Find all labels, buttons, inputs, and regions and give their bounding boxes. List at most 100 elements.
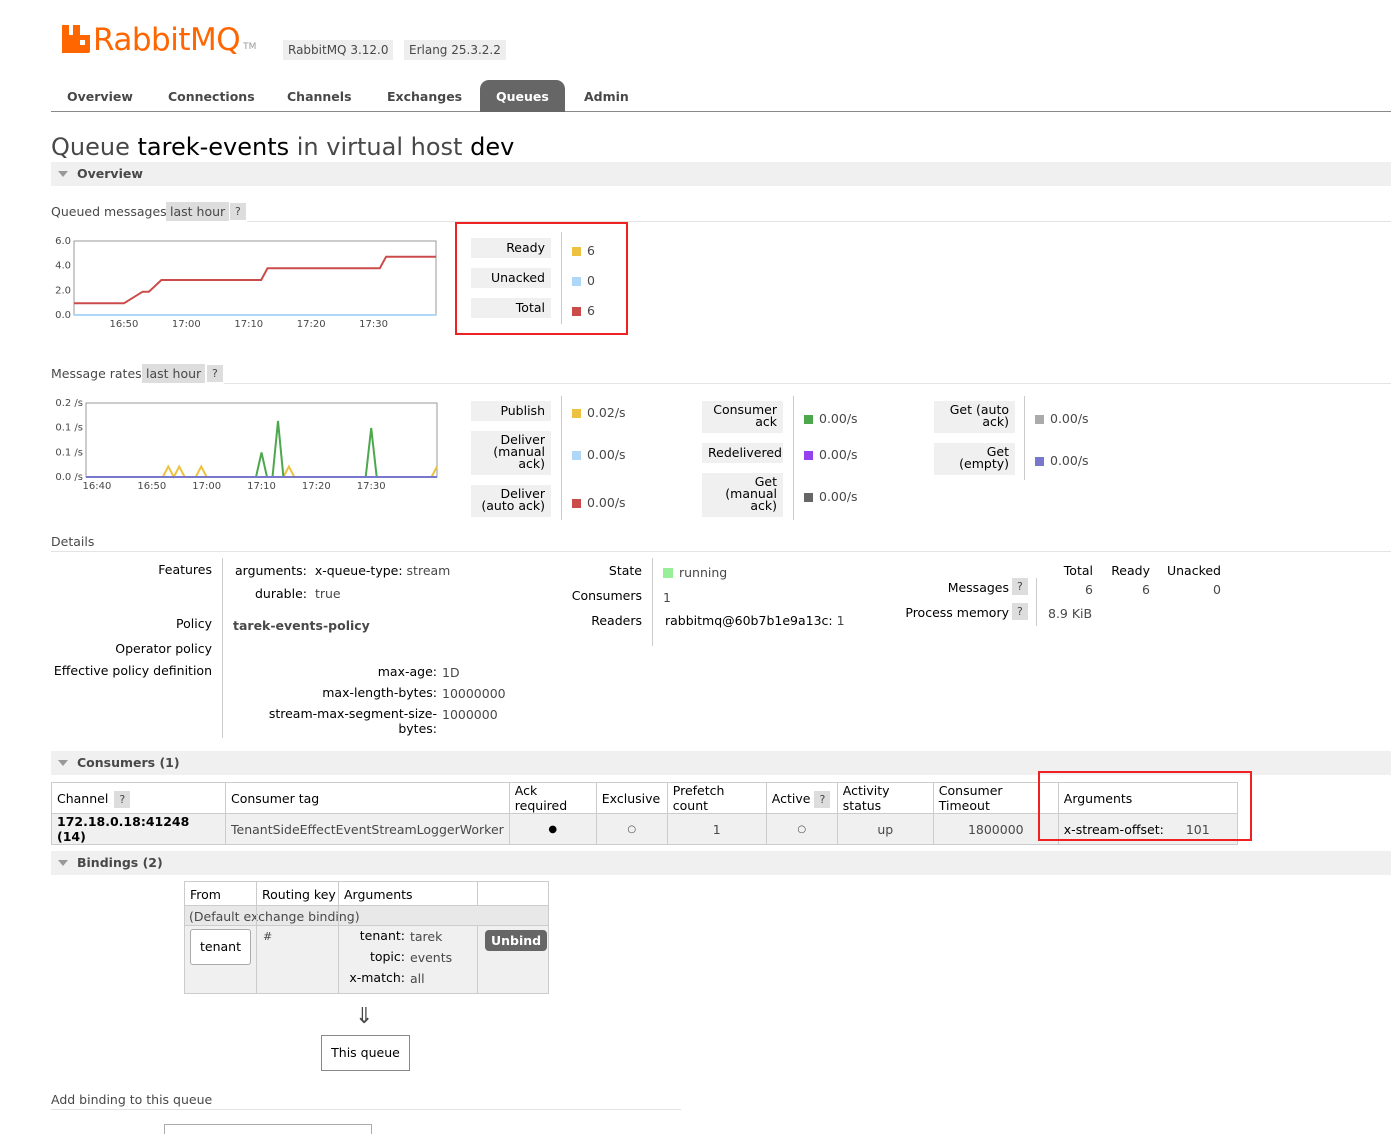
effective-key: max-age:: [377, 664, 437, 679]
rate-consumer-ack-label: Consumer ack: [702, 401, 783, 433]
col-routing-key: Routing key: [262, 887, 336, 902]
legend-total-label: Total: [471, 298, 551, 318]
divider: [51, 551, 1391, 552]
legend-ready-value: 6: [572, 243, 595, 258]
x-tick-label: 16:50: [137, 481, 166, 492]
queued-chart-svg: 6.0 4.0 2.0 0.0 16:50 17:00 17:10 17:20 17:30: [55, 236, 437, 330]
divider: [477, 882, 478, 906]
exchange-tenant-link[interactable]: tenant: [190, 929, 251, 965]
ack-required-value: ●: [508, 813, 597, 845]
messages-ready: 6: [1142, 582, 1150, 597]
effective-key: max-length-bytes:: [322, 685, 437, 700]
activity-status-value: up: [836, 813, 934, 845]
ready-swatch: [572, 247, 581, 256]
this-queue-box: This queue: [321, 1035, 410, 1071]
queue-name: tarek-events: [137, 133, 290, 161]
x-tick-label: 17:30: [359, 319, 388, 330]
rate-deliver-auto-value: 0.00/s: [572, 495, 626, 510]
messages-label: Messages: [947, 580, 1009, 595]
divider: [338, 882, 339, 993]
deliver-auto-swatch: [572, 499, 581, 508]
legend-ready-label: Ready: [471, 238, 551, 258]
get-empty-swatch: [1035, 457, 1044, 466]
policy-link[interactable]: tarek-events-policy: [233, 618, 370, 633]
publish-swatch: [572, 409, 581, 418]
tab-queues[interactable]: Queues: [480, 80, 565, 112]
messages-total: 6: [1085, 582, 1093, 597]
binding-arg-value: events: [410, 950, 453, 965]
x-tick-label: 17:10: [234, 319, 263, 330]
col-ready: Ready: [1111, 563, 1150, 578]
bindings-table: From Routing key Arguments (Default exch…: [184, 881, 549, 994]
process-memory-value: 8.9 KiB: [1048, 606, 1093, 621]
effective-value: 10000000: [442, 686, 506, 701]
col-unacked: Unacked: [1166, 563, 1221, 578]
queued-messages-chart: 6.0 4.0 2.0 0.0 16:50 17:00 17:10 17:20 17:30: [48, 235, 448, 335]
rate-publish-value: 0.02/s: [572, 405, 626, 420]
bindings-section-toggle[interactable]: Bindings (2): [51, 851, 1391, 875]
queued-range-selector[interactable]: last hour: [166, 202, 230, 221]
col-channel: Channel ?: [51, 782, 226, 814]
tab-admin[interactable]: Admin: [568, 80, 645, 112]
deliver-manual-swatch: [572, 451, 581, 460]
binding-input[interactable]: [164, 1124, 372, 1134]
x-tick-label: 17:00: [172, 319, 201, 330]
operator-policy-label: Operator policy: [115, 641, 212, 656]
rates-chart-svg: 0.2 /s 0.1 /s 0.1 /s 0.0 /s16:40 16:50 17:00 1…: [55, 398, 438, 492]
y-tick-label: 2.0: [55, 285, 71, 296]
consumers-value: 1: [663, 590, 671, 605]
col-ack-required: Ack required: [508, 782, 597, 814]
plot-frame: [73, 240, 437, 316]
tab-channels[interactable]: Channels: [271, 80, 368, 112]
process-memory-label: Process memory: [905, 605, 1009, 620]
tab-exchanges[interactable]: Exchanges: [371, 80, 478, 112]
routing-key-value: #: [263, 930, 273, 943]
y-tick-label: 6.0: [55, 236, 71, 247]
vertical-separator: [222, 558, 223, 738]
tab-connections[interactable]: Connections: [152, 80, 271, 112]
effective-policy-label: Effective policy definition: [53, 663, 212, 678]
active-help-button[interactable]: ?: [814, 790, 831, 808]
overview-section-title: Overview: [77, 166, 143, 181]
col-exclusive: Exclusive: [595, 782, 668, 814]
brand-name: RabbitMQ: [93, 22, 241, 58]
divider: [477, 926, 478, 993]
rate-deliver-manual-value: 0.00/s: [572, 447, 626, 462]
x-tick-label: 17:20: [297, 319, 326, 330]
rates-help-button[interactable]: ?: [207, 365, 223, 382]
rate-get-auto-value: 0.00/s: [1035, 411, 1089, 426]
version-badge: RabbitMQ 3.12.0: [283, 40, 394, 60]
channel-help-button[interactable]: ?: [114, 790, 131, 808]
rabbitmq-logo[interactable]: RabbitMQ TM: [62, 22, 256, 56]
col-arguments: Arguments: [344, 887, 413, 902]
y-tick-label: 0.0: [55, 310, 71, 321]
tab-overview[interactable]: Overview: [51, 80, 149, 112]
binding-arrow-icon: ⇓: [355, 1004, 374, 1029]
active-value: ○: [765, 813, 838, 845]
x-tick-label: 17:30: [357, 481, 386, 492]
vertical-separator: [1024, 396, 1025, 480]
running-status-icon: [663, 568, 673, 578]
messages-help-button[interactable]: ?: [1012, 578, 1028, 595]
erlang-badge: Erlang 25.3.2.2: [404, 40, 506, 60]
divider: [224, 383, 1391, 384]
default-exchange-row: (Default exchange binding): [185, 906, 548, 926]
effective-key: stream-max-segment-size-bytes:: [268, 706, 437, 736]
unbind-button[interactable]: Unbind: [485, 930, 548, 951]
rate-publish-label: Publish: [471, 401, 551, 421]
bindings-section-title: Bindings (2): [77, 855, 163, 870]
overview-section-toggle[interactable]: Overview: [51, 162, 1391, 186]
legend-unacked-value: 0: [572, 273, 595, 288]
legend-unacked-label: Unacked: [471, 268, 551, 288]
binding-arg-value: all: [410, 971, 425, 986]
y-tick-label: 0.2 /s: [55, 398, 83, 409]
memory-help-button[interactable]: ?: [1012, 603, 1028, 620]
rate-get-auto-label: Get (auto ack): [934, 401, 1015, 433]
y-tick-label: 0.1 /s: [55, 447, 83, 458]
effective-value: 1000000: [442, 707, 498, 722]
x-tick-label: 17:20: [302, 481, 331, 492]
rates-range-selector[interactable]: last hour: [142, 364, 206, 383]
rate-redelivered-label: Redelivered: [702, 443, 783, 463]
queued-help-button[interactable]: ?: [230, 203, 246, 220]
channel-link[interactable]: 172.18.0.18:41248 (14): [51, 813, 226, 845]
